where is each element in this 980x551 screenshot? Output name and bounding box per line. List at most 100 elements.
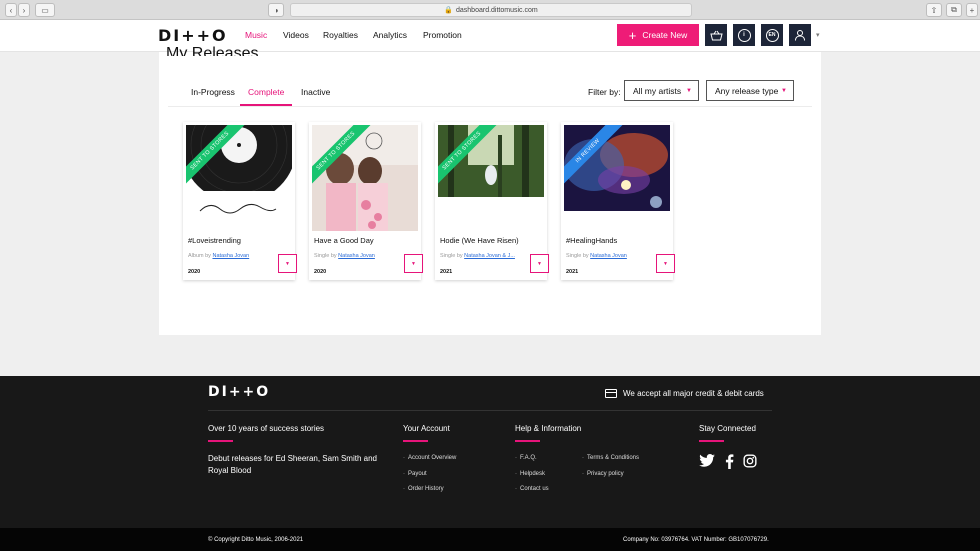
footer-logo[interactable]: DI++O	[208, 384, 270, 400]
artist-filter-select[interactable]: All my artists ▼	[624, 80, 699, 101]
artist-filter-value: All my artists	[633, 85, 682, 96]
nav-promotion[interactable]: Promotion	[423, 30, 462, 40]
release-options-button[interactable]: ▼	[530, 254, 549, 273]
basket-icon	[709, 30, 723, 40]
artist-link[interactable]: Natasha Jovan	[212, 253, 249, 259]
nav-music[interactable]: Music	[245, 30, 267, 40]
language-badge: EN	[765, 28, 779, 42]
copyright-text: © Copyright Ditto Music, 2006-2021	[208, 537, 304, 543]
credit-card-icon	[605, 389, 617, 398]
info-button[interactable]: i	[733, 24, 755, 46]
release-year: 2021	[440, 269, 453, 275]
release-options-button[interactable]: ▼	[656, 254, 675, 273]
release-title: Have a Good Day	[314, 236, 374, 245]
footer-link-account-overview[interactable]: Account Overview	[403, 455, 456, 461]
create-new-button[interactable]: + Create New	[617, 24, 699, 46]
browser-toolbar: ‹ › ▭ ◑ 🔒 dashboard.dittomusic.com ⇧ ⧉ +	[0, 0, 980, 20]
sidebar-toggle-button[interactable]: ▭	[35, 3, 55, 17]
footer-accent-line	[515, 440, 540, 442]
release-card[interactable]: SENT TO STORES #Loveistrending Album by …	[183, 122, 297, 280]
create-new-label: Create New	[642, 30, 688, 40]
tab-complete[interactable]: Complete	[248, 87, 284, 97]
footer-col3-heading: Help & Information	[515, 424, 582, 433]
artist-link[interactable]: Natasha Jovan	[590, 253, 627, 259]
footer-col2-heading: Your Account	[403, 424, 450, 433]
release-type: Single by	[566, 253, 589, 259]
chevron-down-icon: ▼	[686, 88, 692, 94]
release-options-button[interactable]: ▼	[404, 254, 423, 273]
release-meta: Single by Natasha Jovan	[314, 253, 375, 259]
release-title: #Loveistrending	[188, 236, 241, 245]
footer-col1-heading: Over 10 years of success stories	[208, 424, 325, 433]
chevron-down-icon: ▼	[411, 260, 416, 267]
back-button[interactable]: ‹	[5, 3, 17, 17]
footer-accent-line	[699, 440, 724, 442]
basket-button[interactable]	[705, 24, 727, 46]
page-title: My Releases	[166, 45, 259, 56]
footer-link-privacy[interactable]: Privacy policy	[582, 471, 624, 477]
chevron-down-icon[interactable]: ▾	[816, 31, 820, 39]
release-year: 2021	[566, 269, 579, 275]
filter-label: Filter by:	[588, 87, 621, 97]
url-text: dashboard.dittomusic.com	[456, 6, 538, 14]
release-title: Hodie (We Have Risen)	[440, 236, 519, 245]
chevron-down-icon: ▼	[781, 88, 787, 94]
type-filter-select[interactable]: Any release type ▼	[706, 80, 794, 101]
site-footer: DI++O We accept all major credit & debit…	[0, 376, 980, 528]
address-bar[interactable]: 🔒 dashboard.dittomusic.com	[290, 3, 692, 17]
release-artwork[interactable]: IN REVIEW	[564, 125, 670, 231]
tabs-divider	[168, 106, 812, 107]
copyright-bar: © Copyright Ditto Music, 2006-2021 Compa…	[0, 528, 980, 551]
release-year: 2020	[314, 269, 327, 275]
release-artwork[interactable]: SENT TO STORES	[438, 125, 544, 231]
release-options-button[interactable]: ▼	[278, 254, 297, 273]
footer-link-contact[interactable]: Contact us	[515, 486, 549, 492]
language-button[interactable]: EN	[761, 24, 783, 46]
release-card[interactable]: IN REVIEW #HealingHands Single by Natash…	[561, 122, 675, 280]
instagram-icon[interactable]	[743, 454, 757, 468]
nav-videos[interactable]: Videos	[283, 30, 309, 40]
user-icon	[795, 30, 805, 41]
footer-link-payout[interactable]: Payout	[403, 471, 427, 477]
company-number-text: Company No: 03976764. VAT Number: GB1070…	[623, 537, 769, 543]
release-card[interactable]: SENT TO STORES Have a Good Day Single by…	[309, 122, 423, 280]
privacy-shield-icon[interactable]: ◑	[268, 3, 284, 17]
release-type: Single by	[314, 253, 337, 259]
forest-artwork	[438, 125, 544, 231]
release-artwork[interactable]: SENT TO STORES	[312, 125, 418, 231]
footer-link-faq[interactable]: F.A.Q.	[515, 455, 537, 461]
forward-button[interactable]: ›	[18, 3, 30, 17]
type-filter-value: Any release type	[715, 85, 779, 96]
payment-cards-text: We accept all major credit & debit cards	[623, 389, 764, 398]
footer-link-helpdesk[interactable]: Helpdesk	[515, 471, 545, 477]
artist-link[interactable]: Natasha Jovan	[338, 253, 375, 259]
nav-royalties[interactable]: Royalties	[323, 30, 358, 40]
footer-link-terms[interactable]: Terms & Conditions	[582, 455, 639, 461]
tab-inactive[interactable]: Inactive	[301, 87, 330, 97]
info-icon: i	[737, 28, 751, 42]
galaxy-artwork	[564, 125, 670, 231]
chevron-down-icon: ▼	[285, 260, 290, 267]
footer-debut-text: Debut releases for Ed Sheeran, Sam Smith…	[208, 454, 377, 475]
account-button[interactable]	[789, 24, 811, 46]
tab-in-progress[interactable]: In-Progress	[191, 87, 235, 97]
footer-accent-line	[403, 440, 428, 442]
chevron-down-icon: ▼	[663, 260, 668, 267]
release-meta: Album by Natasha Jovan	[188, 253, 249, 259]
facebook-icon[interactable]	[725, 454, 734, 469]
footer-col4-heading: Stay Connected	[699, 424, 756, 433]
twitter-icon[interactable]	[699, 454, 715, 467]
photo-artwork	[312, 125, 418, 231]
release-artwork[interactable]: SENT TO STORES	[186, 125, 292, 231]
share-button[interactable]: ⇧	[926, 3, 942, 17]
nav-analytics[interactable]: Analytics	[373, 30, 407, 40]
new-tab-button[interactable]: +	[966, 3, 978, 17]
release-meta: Single by Natasha Jovan	[566, 253, 627, 259]
tabs-button[interactable]: ⧉	[946, 3, 962, 17]
vinyl-record-artwork	[186, 125, 292, 231]
payment-cards-note: We accept all major credit & debit cards	[605, 389, 764, 398]
release-card[interactable]: SENT TO STORES Hodie (We Have Risen) Sin…	[435, 122, 549, 280]
footer-link-order-history[interactable]: Order History	[403, 486, 444, 492]
artist-link[interactable]: Natasha Jovan & J...	[464, 253, 515, 259]
release-type: Single by	[440, 253, 463, 259]
